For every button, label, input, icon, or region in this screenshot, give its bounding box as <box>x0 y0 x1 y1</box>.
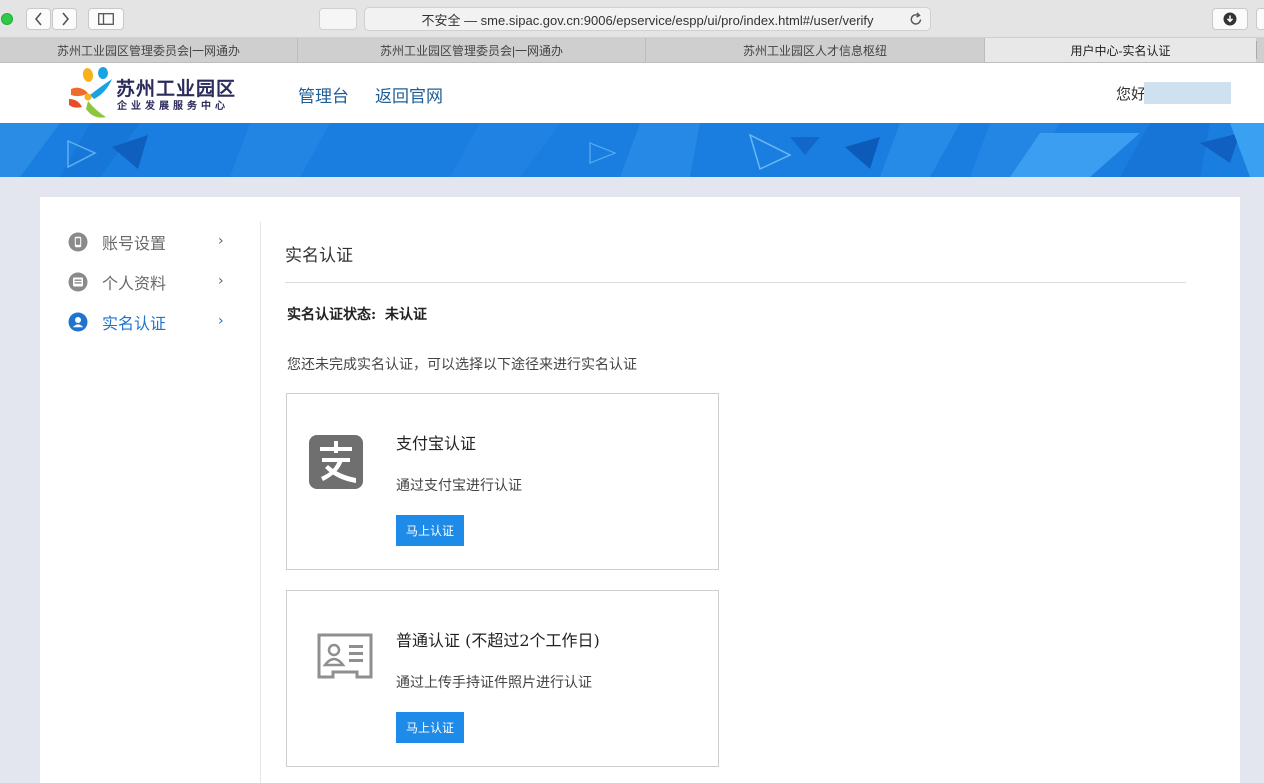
user-greeting: 您好 <box>1116 85 1147 103</box>
logo-subtitle: 企业发展服务中心 <box>117 101 229 112</box>
banner-decoration <box>0 123 1264 177</box>
nav-dashboard-link[interactable]: 管理台 <box>298 82 349 107</box>
chevron-right-icon: › <box>218 313 224 329</box>
reload-icon[interactable] <box>909 11 923 27</box>
chevron-left-icon <box>34 12 42 26</box>
method-card-normal: 普通认证 (不超过2个工作日) 通过上传手持证件照片进行认证 马上认证 <box>286 590 719 767</box>
method-card-alipay: 支付宝认证 通过支付宝进行认证 马上认证 <box>286 393 719 570</box>
sidebar-item-account-settings[interactable]: 账号设置 › <box>68 229 238 255</box>
method-description: 通过支付宝进行认证 <box>396 478 522 494</box>
logo-mark-icon <box>69 67 112 118</box>
chevron-right-icon: › <box>218 233 224 249</box>
window-zoom-button[interactable] <box>1 13 13 25</box>
id-card-icon <box>317 633 373 679</box>
tab-sipac-1[interactable]: 苏州工业园区管理委员会|一网通办 <box>0 38 298 62</box>
profile-icon <box>68 272 88 292</box>
method-title: 支付宝认证 <box>396 434 477 453</box>
sidebar-item-label: 个人资料 <box>102 274 167 293</box>
forward-button[interactable] <box>52 8 77 30</box>
back-button[interactable] <box>26 8 51 30</box>
sidebar-item-label: 实名认证 <box>102 314 167 333</box>
header-banner <box>0 123 1264 177</box>
alipay-verify-button[interactable]: 马上认证 <box>396 515 464 546</box>
address-bar-button[interactable] <box>319 8 357 30</box>
tab-talent[interactable]: 苏州工业园区人才信息枢纽 <box>646 38 985 62</box>
chevron-right-icon <box>61 12 69 26</box>
intro-text: 您还未完成实名认证，可以选择以下途径来进行实名认证 <box>287 357 637 373</box>
nav-official-site-link[interactable]: 返回官网 <box>375 82 443 107</box>
address-text: 不安全 — sme.sipac.gov.cn:9006/epservice/es… <box>421 12 874 28</box>
site-logo[interactable]: 苏州工业园区 企业发展服务中心 <box>66 65 235 123</box>
phone-icon <box>68 232 88 252</box>
alipay-icon <box>309 435 363 489</box>
toolbar-overflow-button[interactable] <box>1256 8 1264 30</box>
sidebar-item-real-name-verification[interactable]: 实名认证 › <box>68 309 238 335</box>
user-icon <box>68 312 88 332</box>
download-icon <box>1223 12 1237 26</box>
tab-bar-edge <box>1256 41 1257 59</box>
title-divider <box>285 282 1186 283</box>
verification-status: 实名认证状态: 未认证 <box>287 304 427 324</box>
tab-bar: 苏州工业园区管理委员会|一网通办 苏州工业园区管理委员会|一网通办 苏州工业园区… <box>0 38 1264 63</box>
method-title: 普通认证 (不超过2个工作日) <box>396 631 600 650</box>
address-bar[interactable]: 不安全 — sme.sipac.gov.cn:9006/epservice/es… <box>364 7 931 31</box>
status-value: 未认证 <box>385 307 428 323</box>
site-header: 苏州工业园区 企业发展服务中心 管理台 返回官网 您好 <box>0 63 1264 123</box>
sidebar-item-profile[interactable]: 个人资料 › <box>68 269 238 295</box>
method-description: 通过上传手持证件照片进行认证 <box>396 675 592 691</box>
username-redacted[interactable] <box>1144 82 1231 104</box>
tab-sipac-2[interactable]: 苏州工业园区管理委员会|一网通办 <box>298 38 646 62</box>
downloads-button[interactable] <box>1212 8 1248 30</box>
sidebar-divider <box>260 222 261 783</box>
sidebar-item-label: 账号设置 <box>102 234 167 253</box>
tab-user-verify[interactable]: 用户中心-实名认证 <box>985 38 1256 62</box>
chevron-right-icon: › <box>218 273 224 289</box>
page-title: 实名认证 <box>285 246 353 266</box>
browser-toolbar: 不安全 — sme.sipac.gov.cn:9006/epservice/es… <box>0 0 1264 38</box>
status-label: 实名认证状态: <box>287 307 377 323</box>
sidebar-toggle-button[interactable] <box>88 8 124 30</box>
normal-verify-button[interactable]: 马上认证 <box>396 712 464 743</box>
sidebar-icon <box>98 13 114 25</box>
